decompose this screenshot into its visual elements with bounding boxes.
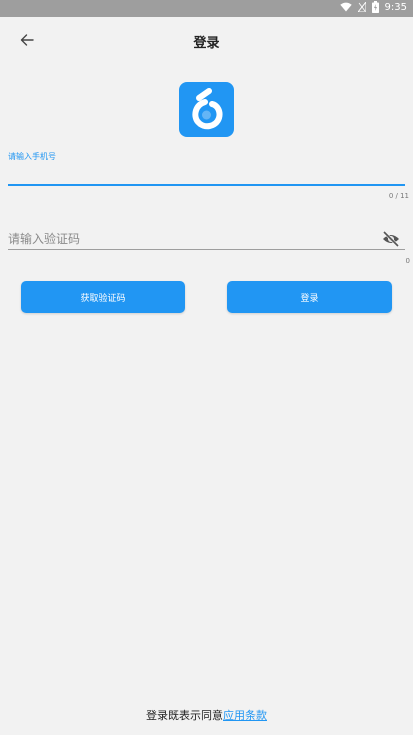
app-bar: 登录: [0, 17, 413, 63]
sim-icon: [357, 2, 366, 12]
phone-label: 请输入手机号: [8, 152, 56, 161]
status-icons: 9:35: [339, 1, 407, 13]
app-logo-icon: [179, 82, 234, 137]
eye-off-icon[interactable]: [381, 230, 401, 248]
wifi-icon: [339, 2, 352, 12]
code-char-counter: 0: [405, 257, 410, 265]
code-input[interactable]: [8, 229, 373, 249]
terms-link[interactable]: 应用条款: [223, 709, 267, 722]
terms-notice: 登录既表示同意应用条款: [0, 707, 413, 723]
status-time: 9:35: [384, 1, 407, 13]
login-screen: 9:35 登录 请输入手机号 0 / 11 0 获取验证码 登录 登录既表示同意…: [0, 0, 413, 735]
phone-char-counter: 0 / 11: [388, 192, 409, 200]
phone-underline: [8, 184, 405, 186]
status-bar: 9:35: [0, 0, 413, 17]
phone-input[interactable]: [8, 162, 404, 182]
code-underline: [8, 249, 405, 250]
battery-icon: [371, 1, 379, 13]
login-button[interactable]: 登录: [227, 281, 392, 313]
terms-prefix: 登录既表示同意: [146, 709, 223, 722]
get-code-button[interactable]: 获取验证码: [21, 281, 185, 313]
page-title: 登录: [193, 36, 220, 51]
